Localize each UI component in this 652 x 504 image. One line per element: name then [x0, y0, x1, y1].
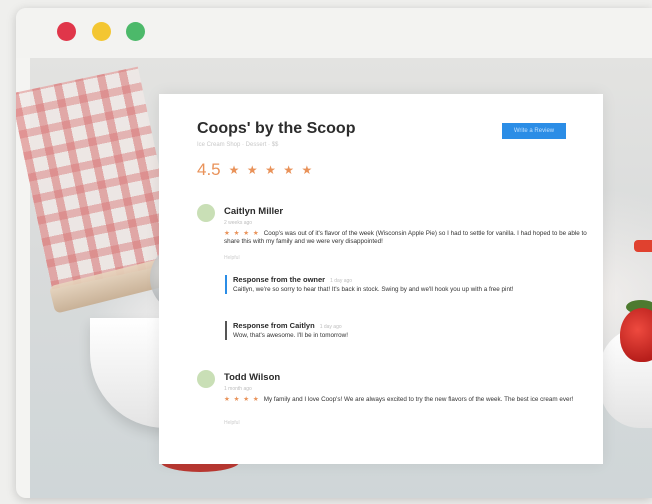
helpful-link[interactable]: Helpful [224, 255, 240, 261]
response-body: Caitlyn, we're so sorry to hear that! It… [233, 286, 514, 293]
rating-value: 4.5 [197, 160, 221, 179]
title-bar [16, 8, 652, 58]
star-icon: ★ [228, 163, 240, 177]
straw-decoration [634, 240, 652, 252]
checkered-towel [16, 66, 180, 290]
business-name: Coops' by the Scoop [197, 120, 356, 137]
avatar [197, 370, 215, 388]
rating-stars: ★ ★ ★ ★ ★ [229, 161, 316, 179]
response-date: 1 day ago [330, 278, 353, 284]
review-date: 2 weeks ago [224, 220, 253, 226]
reviewer-name[interactable]: Todd Wilson [224, 372, 280, 383]
avatar [197, 204, 215, 222]
review-text: ★ ★ ★ ★ My family and I love Coop's! We a… [224, 396, 594, 404]
review-body: My family and I love Coop's! We are alwa… [263, 396, 574, 403]
write-review-button[interactable]: Write a Review [502, 123, 566, 139]
response-title: Response from Caitlyn 1 day ago [233, 321, 342, 330]
response-body: Wow, that's awesome. I'll be in tomorrow… [233, 332, 348, 339]
review-card: Coops' by the Scoop Ice Cream Shop · Des… [159, 94, 603, 464]
star-icon: ★ [283, 163, 295, 177]
minimize-window-button[interactable] [92, 22, 111, 41]
zoom-window-button[interactable] [126, 22, 145, 41]
reviewer-name[interactable]: Caitlyn Miller [224, 206, 283, 217]
star-icon: ★ [301, 163, 313, 177]
owner-response: Response from the owner 1 day ago Caitlyn… [225, 275, 573, 295]
review-body: Coop's was out of it's flavor of the wee… [224, 230, 587, 246]
user-response: Response from Caitlyn 1 day ago Wow, that… [225, 321, 573, 341]
star-icon: ★ [246, 163, 258, 177]
star-icon: ★ [265, 163, 276, 177]
response-title: Response from the owner 1 day ago [233, 275, 353, 284]
review-stars: ★ ★ ★ ★ [224, 230, 260, 237]
helpful-link[interactable]: Helpful [224, 420, 240, 426]
review-stars: ★ ★ ★ ★ [224, 396, 260, 403]
business-subtitle: Ice Cream Shop · Dessert · $$ [197, 142, 279, 148]
overall-rating: 4.5 ★ ★ ★ ★ ★ [197, 160, 315, 180]
close-window-button[interactable] [57, 22, 76, 41]
review-text: ★ ★ ★ ★ Coop's was out of it's flavor of … [224, 230, 594, 247]
review-date: 1 month ago [224, 386, 252, 392]
response-date: 1 day ago [319, 324, 342, 330]
strawberry [620, 308, 652, 362]
